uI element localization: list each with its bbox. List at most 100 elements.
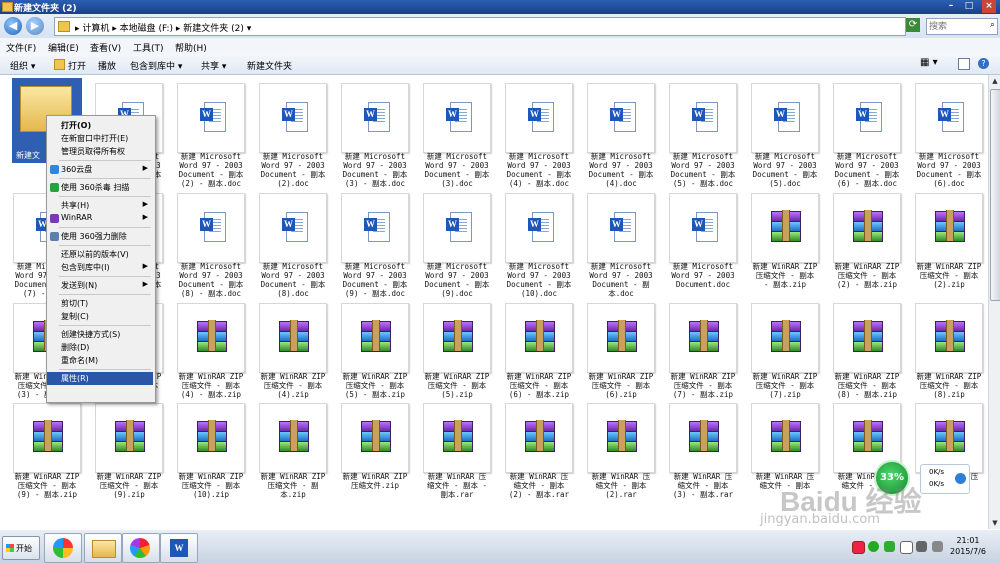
context-menu-item[interactable]: 创建快捷方式(S) [47,328,153,341]
file-item-archive[interactable]: 新建 WinRAR 压 缩文件 - 副本 - 副本.rar [420,401,494,507]
shield-icon[interactable] [884,541,895,552]
view-options-icon[interactable]: ▦ ▾ [920,57,938,68]
close-button[interactable]: × [982,0,996,13]
menu-edit[interactable]: 编辑(E) [48,41,79,54]
taskbar-explorer[interactable] [84,533,122,563]
menu-help[interactable]: 帮助(H) [175,41,207,54]
menu-file[interactable]: 文件(F) [6,41,36,54]
menu-view[interactable]: 查看(V) [90,41,121,54]
file-item-doc[interactable]: W 新建 Microsoft Word 97 - 2003 Document - … [420,191,494,298]
network-speed-widget[interactable]: 0K/s 0K/s [920,464,970,494]
file-item-archive[interactable]: 新建 WinRAR ZIP 压缩文件 - 副本 (7).zip [748,301,822,407]
menu-tools[interactable]: 工具(T) [133,41,164,54]
context-menu: 打开(O) 在新窗口中打开(E) 管理员取得所有权 360云盘 ▶ 使用 360杀毒 扫描… [46,115,156,403]
context-menu-item[interactable]: 还原以前的版本(V) [47,248,153,261]
file-item-archive[interactable]: 新建 WinRAR ZIP 压缩文件 - 副本 (2).zip [912,191,986,297]
play-button[interactable]: 播放 [98,59,116,72]
network-icon[interactable] [916,541,927,552]
context-menu-item[interactable]: 包含到库中(I) ▶ [47,261,153,274]
file-item-doc[interactable]: W 新建 Microsoft Word 97 - 2003 Document - … [584,81,658,188]
file-item-doc[interactable]: W 新建 Microsoft Word 97 - 2003 Document - … [256,81,330,188]
new-folder-button[interactable]: 新建文件夹 [247,59,292,72]
file-item-doc[interactable]: W 新建 Microsoft Word 97 - 2003 Document - … [338,191,412,298]
address-bar[interactable]: ▸ 计算机 ▸ 本地磁盘 (F:) ▸ 新建文件夹 (2) ▾ [54,17,906,36]
context-menu-item[interactable]: 剪切(T) [47,297,153,310]
context-menu-item[interactable]: 发送到(N) ▶ [47,279,153,292]
scrollbar-thumb[interactable] [990,89,1000,301]
file-item-doc[interactable]: W 新建 Microsoft Word 97 - 2003 Document - … [584,191,658,298]
keyboard-icon[interactable] [900,541,913,554]
file-item-archive[interactable]: 新建 WinRAR ZIP 压缩文件 - 副本 (6).zip [584,301,658,407]
file-item-archive[interactable]: 新建 WinRAR ZIP 压缩文件 - 副本 - 副本.zip [748,191,822,297]
forward-button[interactable]: ▶ [26,17,44,35]
minimize-button[interactable]: – [944,0,958,13]
file-item-archive[interactable]: 新建 WinRAR ZIP 压缩文件 - 副本 (10).zip [174,401,248,507]
context-menu-item[interactable]: 共享(H) ▶ [47,199,153,212]
context-menu-item[interactable]: 在新窗口中打开(E) [47,132,153,145]
context-menu-item[interactable]: 使用 360杀毒 扫描 [47,181,153,194]
taskbar-360-browser[interactable] [44,533,82,563]
search-input[interactable] [927,19,983,34]
file-item-archive[interactable]: 新建 WinRAR 压 缩文件 - 副本 (2).rar [584,401,658,507]
file-item-doc[interactable]: W 新建 Microsoft Word 97 - 2003 Document - … [830,81,904,188]
file-item-archive[interactable]: 新建 WinRAR ZIP 压缩文件.zip [338,401,412,507]
file-item-doc[interactable]: W 新建 Microsoft Word 97 - 2003 Document - … [338,81,412,188]
clock[interactable]: 21:01 2015/7/6 [940,535,996,557]
file-item-doc[interactable]: W 新建 Microsoft Word 97 - 2003 Document - … [748,81,822,188]
refresh-button[interactable]: ⟳ [906,18,920,32]
organize-button[interactable]: 组织 ▾ [10,59,35,72]
file-item-doc[interactable]: W 新建 Microsoft Word 97 - 2003 Document - … [502,81,576,188]
file-item-archive[interactable]: 新建 WinRAR ZIP 压缩文件 - 副本 (5).zip [420,301,494,407]
file-name: 新建 WinRAR ZIP 压缩文件 - 副本 - 副本.zip [752,262,818,289]
file-item-archive[interactable]: 新建 WinRAR 压 缩文件 - 副本 (3) - 副本.rar [666,401,740,507]
context-menu-item[interactable]: 重命名(M) [47,354,153,367]
maximize-button[interactable]: □ [962,0,976,13]
file-item-archive[interactable]: 新建 WinRAR ZIP 压缩文件 - 副本 (6) - 副本.zip [502,301,576,407]
file-item-archive[interactable]: 新建 WinRAR ZIP 压缩文件 - 副本 (8).zip [912,301,986,407]
vertical-scrollbar[interactable]: ▲ ▼ [988,75,1000,529]
file-item-doc[interactable]: W 新建 Microsoft Word 97 - 2003 Document - … [174,81,248,188]
file-item-archive[interactable]: 新建 WinRAR ZIP 压缩文件 - 副本 (4).zip [256,301,330,407]
file-item-doc[interactable]: W 新建 Microsoft Word 97 - 2003 Document.do… [666,191,740,297]
file-name: 新建 Microsoft Word 97 - 2003 Document - 副… [916,152,982,188]
include-library-button[interactable]: 包含到库中 ▾ [130,59,182,72]
context-menu-item[interactable]: 属性(R) [47,372,153,385]
context-menu-item[interactable]: 360云盘 ▶ [47,163,153,176]
start-button[interactable]: 开始 [2,536,40,560]
share-button[interactable]: 共享 ▾ [201,59,226,72]
back-button[interactable]: ◀ [4,17,22,35]
file-item-archive[interactable]: 新建 WinRAR ZIP 压缩文件 - 副本 (5) - 副本.zip [338,301,412,407]
start-label: 开始 [16,544,32,553]
context-menu-item[interactable]: 复制(C) [47,310,153,323]
file-item-archive[interactable]: 新建 WinRAR ZIP 压缩文件 - 副本 (9) - 副本.zip [10,401,84,507]
context-menu-item[interactable]: WinRAR ▶ [47,212,153,225]
context-menu-item[interactable]: 删除(D) [47,341,153,354]
scroll-up-icon[interactable]: ▲ [989,75,1000,87]
preview-pane-icon[interactable] [958,58,970,70]
taskbar-player[interactable] [122,533,160,563]
360-browser-tray-icon[interactable] [852,541,865,554]
file-item-archive[interactable]: 新建 WinRAR ZIP 压缩文件 - 副本 (4) - 副本.zip [174,301,248,407]
file-item-archive[interactable]: 新建 WinRAR ZIP 压缩文件 - 副本 (9).zip [92,401,166,507]
file-item-archive[interactable]: 新建 WinRAR ZIP 压缩文件 - 副本 (8) - 副本.zip [830,301,904,407]
taskbar-word[interactable]: W [160,533,198,563]
file-item-archive[interactable]: 新建 WinRAR ZIP 压缩文件 - 副本 (2) - 副本.zip [830,191,904,297]
file-item-doc[interactable]: W 新建 Microsoft Word 97 - 2003 Document - … [502,191,576,298]
file-item-archive[interactable]: 新建 WinRAR 压 缩文件 - 副本 (2) - 副本.rar [502,401,576,507]
file-item-archive[interactable]: 新建 WinRAR ZIP 压缩文件 - 副 本.zip [256,401,330,507]
file-item-doc[interactable]: W 新建 Microsoft Word 97 - 2003 Document - … [256,191,330,298]
context-menu-item[interactable]: 管理员取得所有权 [47,145,153,158]
context-menu-item[interactable]: 使用 360强力删除 [47,230,153,243]
scroll-down-icon[interactable]: ▼ [989,517,1000,529]
file-item-doc[interactable]: W 新建 Microsoft Word 97 - 2003 Document - … [666,81,740,188]
open-button[interactable]: 打开 [68,59,86,72]
help-icon[interactable]: ? [978,58,989,69]
file-item-doc[interactable]: W 新建 Microsoft Word 97 - 2003 Document - … [420,81,494,188]
file-item-archive[interactable]: 新建 WinRAR ZIP 压缩文件 - 副本 (7) - 副本.zip [666,301,740,407]
context-menu-item[interactable]: 打开(O) [47,119,153,132]
file-item-doc[interactable]: W 新建 Microsoft Word 97 - 2003 Document - … [912,81,986,188]
file-item-doc[interactable]: W 新建 Microsoft Word 97 - 2003 Document - … [174,191,248,298]
search-box[interactable]: ⌕ [926,18,998,35]
360-guard-icon[interactable] [868,541,879,552]
breadcrumb[interactable]: ▸ 计算机 ▸ 本地磁盘 (F:) ▸ 新建文件夹 (2) ▾ [75,21,251,34]
